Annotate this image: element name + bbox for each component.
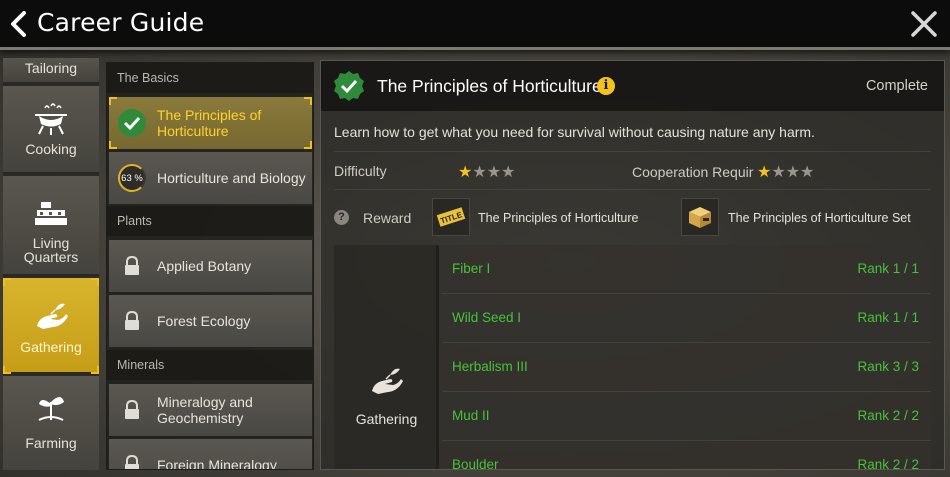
star-filled-icon: ★ [458,164,473,181]
difficulty-label: Difficulty [334,163,387,179]
lock-icon [117,251,147,281]
detail-header: The Principles of Horticulture i Complet… [321,61,944,111]
star-empty-icon: ★ [472,164,487,181]
lock-icon [117,306,147,336]
course-detail-panel: The Principles of Horticulture i Complet… [320,60,945,470]
completion-status: Complete [865,78,928,94]
category-label: Living Quarters [23,235,79,265]
cooking-pot-icon [31,102,71,138]
supply-box-icon[interactable] [681,198,719,236]
course-label: Foreign Mineralogy [157,457,277,470]
category-sidebar: Tailoring Cooking Living Quarters Gather… [3,58,99,470]
skill-category-cell: Gathering [334,245,439,469]
back-arrow-icon[interactable] [8,9,30,39]
course-item-foreign-mineralogy[interactable]: Foreign Mineralogy [109,439,312,470]
star-empty-icon: ★ [785,164,801,181]
skill-rank: Rank 3 / 3 [857,359,919,374]
selection-corner [304,97,312,105]
top-bar: Career Guide [0,0,950,50]
progress-percent: 63 % [118,164,146,192]
selection-corner [109,141,117,149]
progress-ring: 63 % [117,163,147,193]
course-label: Horticulture and Biology [157,170,306,186]
skill-rank: Rank 2 / 2 [857,408,919,423]
reward-label: Reward [363,210,412,226]
course-label: Forest Ecology [157,313,251,329]
course-label: The Principles of Horticulture [157,107,262,139]
living-quarters-icon [31,200,71,236]
cooperation-label: Cooperation Requir [632,164,754,180]
course-item-applied-botany[interactable]: Applied Botany [109,240,312,292]
star-empty-icon: ★ [501,164,516,181]
skill-name: Wild Seed I [452,310,522,325]
star-empty-icon: ★ [771,164,786,181]
category-label: Gathering [20,339,82,355]
gathering-hand-icon [31,298,71,334]
selection-corner [3,278,11,286]
selection-corner [109,97,117,105]
gathering-hand-icon [362,363,410,399]
cooperation-stars: ★★★★ [757,162,814,182]
completed-check-icon [333,70,365,102]
skill-row[interactable]: Herbalism III Rank 3 / 3 [442,343,931,392]
selection-corner [91,278,99,286]
title-tag-icon[interactable]: TITLE [432,198,470,236]
section-header: Minerals [107,350,313,380]
category-tailoring[interactable]: Tailoring [3,58,99,84]
skill-name: Fiber I [452,261,491,276]
course-label: Applied Botany [157,258,252,274]
category-label: Tailoring [24,60,78,76]
star-filled-icon: ★ [757,164,772,181]
skill-name: Boulder [452,457,499,470]
star-empty-icon: ★ [800,164,815,181]
section-header: Plants [107,206,313,236]
category-label: Cooking [25,141,77,157]
section-header: The Basics [107,63,313,93]
check-badge-icon [117,108,147,138]
course-item-mineralogy-and-geochemistry[interactable]: Mineralogy and Geochemistry [109,384,312,436]
skill-rank: Rank 2 / 2 [857,457,919,470]
star-empty-icon: ★ [486,164,502,181]
reward-name: The Principles of Horticulture Set [728,211,911,225]
page-title: Career Guide [37,8,205,37]
course-item-forest-ecology[interactable]: Forest Ecology [109,295,312,347]
farming-sprout-icon [31,390,71,426]
info-icon[interactable]: i [597,77,615,95]
divider [334,189,931,190]
category-living-quarters[interactable]: Living Quarters [3,176,99,276]
help-question-icon[interactable]: ? [334,210,349,225]
selection-corner [304,141,312,149]
skill-name: Mud II [452,408,490,423]
skill-rank: Rank 1 / 1 [857,261,919,276]
course-description: Learn how to get what you need for survi… [334,124,815,140]
skill-name: Herbalism III [452,359,528,374]
skill-row[interactable]: Mud II Rank 2 / 2 [442,392,931,441]
skill-row[interactable]: Boulder Rank 2 / 2 [442,441,931,470]
category-cooking[interactable]: Cooking [3,86,99,174]
category-gathering[interactable]: Gathering [3,278,99,374]
close-icon[interactable] [910,10,938,38]
divider [334,151,931,152]
skill-rank: Rank 1 / 1 [857,310,919,325]
selection-corner [3,366,11,374]
course-list: The Basics The Principles of Horticultur… [106,62,314,470]
course-item-principles-of-horticulture[interactable]: The Principles of Horticulture [109,97,312,149]
selection-corner [91,366,99,374]
skill-row[interactable]: Wild Seed I Rank 1 / 1 [442,294,931,343]
skill-category-label: Gathering [355,411,418,427]
lock-icon [117,450,147,469]
reward-tag-text: TITLE [439,210,464,226]
unlocked-skills-table: Gathering Fiber I Rank 1 / 1 Wild Seed I… [334,245,931,470]
detail-title: The Principles of Horticulture [377,76,602,96]
category-label: Farming [25,435,77,451]
course-label: Mineralogy and Geochemistry [157,394,253,426]
reward-name: The Principles of Horticulture [478,211,639,225]
course-item-horticulture-and-biology[interactable]: 63 % Horticulture and Biology [109,152,312,204]
lock-icon [117,395,147,425]
category-farming[interactable]: Farming [3,376,99,470]
difficulty-stars: ★★★★ [458,162,515,182]
skill-row[interactable]: Fiber I Rank 1 / 1 [442,245,931,294]
